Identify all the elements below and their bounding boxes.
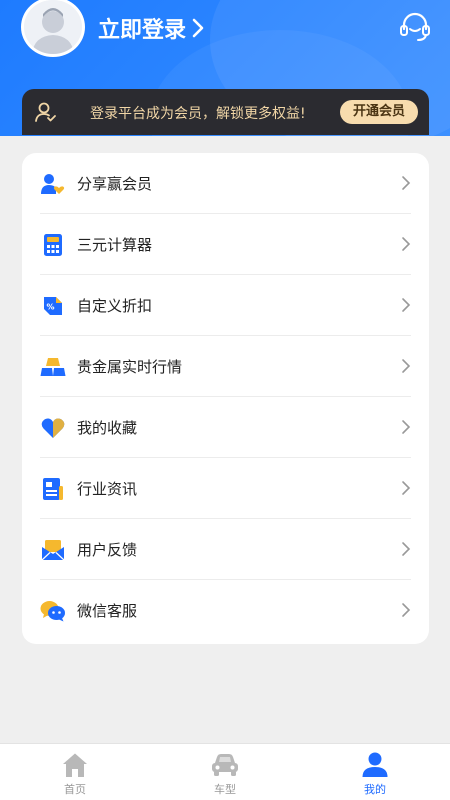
chevron-right-icon: [402, 237, 411, 251]
chevron-right-icon: [402, 603, 411, 617]
chevron-right-icon: [402, 359, 411, 373]
menu-item-custom-discount[interactable]: % 自定义折扣: [40, 275, 411, 336]
customer-service-headset-icon[interactable]: [398, 10, 432, 44]
login-link[interactable]: 立即登录: [98, 12, 204, 44]
login-label: 立即登录: [98, 18, 187, 43]
menu-item-label: 三元计算器: [77, 236, 153, 254]
menu-item-industry-news[interactable]: 行业资讯: [40, 458, 411, 519]
menu-item-label: 我的收藏: [77, 419, 138, 437]
menu-item-user-feedback[interactable]: 用户反馈: [40, 519, 411, 580]
menu-card: 分享赢会员 三元计算器 % 自定义折扣 贵金属实时行情 我的收藏 行业资讯 用户…: [22, 153, 429, 644]
news-icon: [40, 476, 66, 502]
menu-item-favorites[interactable]: 我的收藏: [40, 397, 411, 458]
default-avatar-icon[interactable]: [21, 0, 85, 57]
svg-text:%: %: [47, 302, 55, 311]
menu-item-label: 自定义折扣: [77, 297, 153, 315]
chevron-right-icon: [402, 481, 411, 495]
gold-bars-icon: [40, 354, 66, 380]
profile-header: 立即登录 登录平台成为会员，解锁更多权益! 开通会员: [0, 0, 450, 136]
profile-icon: [362, 752, 388, 777]
chevron-right-icon: [402, 420, 411, 434]
vip-banner[interactable]: 登录平台成为会员，解锁更多权益! 开通会员: [22, 89, 429, 135]
tab-home[interactable]: 首页: [0, 744, 150, 800]
discount-tag-icon: %: [40, 293, 66, 319]
chevron-right-icon: [192, 18, 204, 38]
calculator-icon: [40, 232, 66, 258]
member-user-icon: [35, 102, 56, 122]
bottom-tab-bar: 首页 车型 我的: [0, 743, 450, 800]
open-membership-button[interactable]: 开通会员: [340, 100, 418, 124]
feedback-mail-icon: [40, 537, 66, 563]
home-icon: [63, 753, 87, 777]
tab-mine[interactable]: 我的: [300, 744, 450, 800]
heart-icon: [40, 415, 66, 441]
share-member-icon: [40, 171, 66, 197]
tab-label: 首页: [64, 783, 86, 796]
vip-banner-text: 登录平台成为会员，解锁更多权益!: [90, 106, 306, 122]
menu-item-wechat-service[interactable]: 微信客服: [40, 580, 411, 641]
menu-item-label: 用户反馈: [77, 541, 138, 559]
menu-item-label: 微信客服: [77, 602, 138, 620]
menu-item-label: 贵金属实时行情: [77, 358, 183, 376]
chevron-right-icon: [402, 298, 411, 312]
tab-car-models[interactable]: 车型: [150, 744, 300, 800]
wechat-icon: [40, 598, 66, 624]
tab-label: 我的: [364, 783, 386, 796]
chevron-right-icon: [402, 176, 411, 190]
car-icon: [212, 754, 238, 776]
menu-item-label: 分享赢会员: [77, 175, 153, 193]
menu-item-precious-metals[interactable]: 贵金属实时行情: [40, 336, 411, 397]
tab-label: 车型: [214, 783, 236, 796]
chevron-right-icon: [402, 542, 411, 556]
menu-item-calculator[interactable]: 三元计算器: [40, 214, 411, 275]
menu-item-share-member[interactable]: 分享赢会员: [40, 153, 411, 214]
menu-item-label: 行业资讯: [77, 480, 138, 498]
